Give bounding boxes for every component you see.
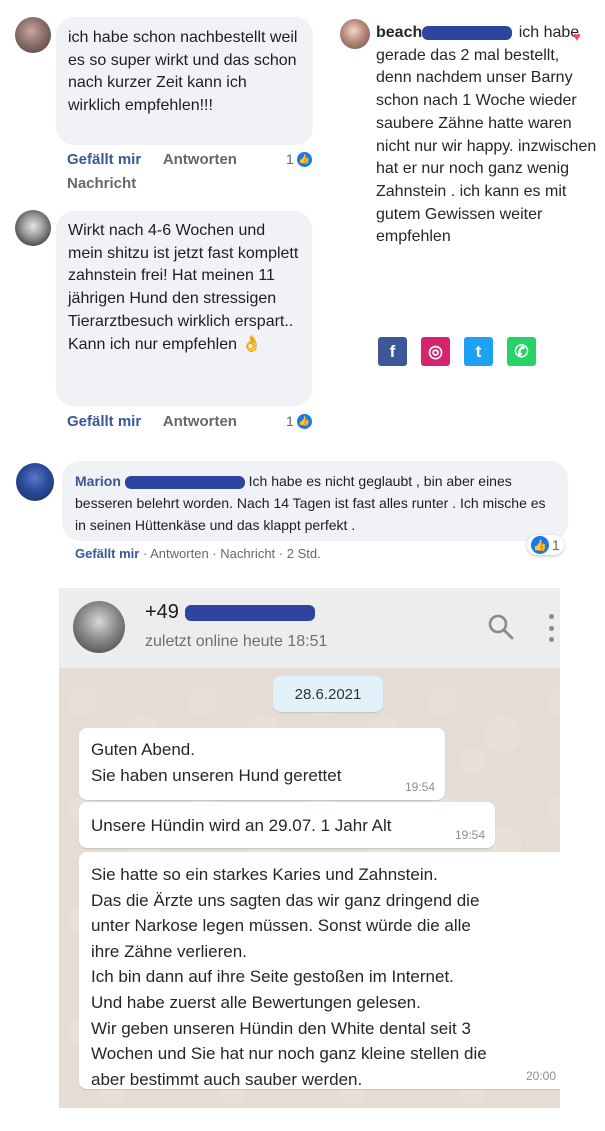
avatar[interactable] bbox=[15, 17, 51, 53]
message-time: 19:54 bbox=[454, 828, 485, 842]
comment-author[interactable]: Marion bbox=[75, 473, 121, 489]
redacted-number bbox=[184, 604, 315, 621]
separator: · bbox=[139, 546, 151, 561]
reaction-number: 1 bbox=[286, 151, 294, 167]
whatsapp-chat: +49 zuletzt online heute 18:51 28.6.2021… bbox=[59, 588, 560, 1108]
message-line: Unsere Hündin wird an 29.07. 1 Jahr Alt bbox=[91, 816, 392, 835]
thumbs-up-icon: 👍 bbox=[296, 413, 312, 429]
more-options-icon[interactable] bbox=[547, 614, 555, 642]
ok-hand-emoji-icon: 👌 bbox=[241, 335, 262, 353]
comment-actions: Gefällt mir Antworten bbox=[67, 151, 255, 168]
twitter-icon[interactable]: t bbox=[464, 337, 493, 366]
reaction-count[interactable]: 1 👍 bbox=[286, 151, 312, 167]
insta-comment: beach ich habe gerade das 2 mal bestellt… bbox=[376, 22, 598, 249]
message-bubble[interactable]: Guten Abend. Sie haben unseren Hund gere… bbox=[79, 728, 445, 800]
facebook-icon[interactable]: f bbox=[378, 337, 407, 366]
share-buttons: f ◎ t ✆ bbox=[378, 337, 536, 366]
message-line: aber bestimmt auch sauber werden. bbox=[91, 1069, 363, 1089]
redacted-name bbox=[422, 25, 513, 40]
message-bubble[interactable]: Unsere Hündin wird an 29.07. 1 Jahr Alt … bbox=[79, 802, 495, 848]
reply-link[interactable]: Antworten bbox=[150, 546, 209, 561]
date-divider: 28.6.2021 bbox=[273, 676, 383, 712]
message-line: Ich bin dann auf ihre Seite gestoßen im … bbox=[91, 967, 454, 987]
avatar[interactable] bbox=[16, 463, 54, 501]
like-link[interactable]: Gefällt mir bbox=[75, 546, 139, 561]
thumbs-up-icon: 👍 bbox=[296, 151, 312, 167]
contact-avatar[interactable] bbox=[73, 601, 125, 653]
separator: · bbox=[275, 546, 287, 561]
message-bubble[interactable]: Sie hatte so ein starkes Karies und Zahn… bbox=[79, 852, 560, 1089]
message-line: Sie haben unseren Hund gerettet bbox=[91, 765, 342, 785]
contact-name[interactable]: +49 bbox=[145, 601, 315, 624]
chat-header: +49 zuletzt online heute 18:51 bbox=[59, 588, 560, 668]
last-seen-status: zuletzt online heute 18:51 bbox=[145, 633, 328, 650]
message-line: Guten Abend. bbox=[91, 740, 195, 759]
reply-link[interactable]: Antworten bbox=[163, 413, 237, 430]
comment-text: ich habe schon nachbestellt weil es so s… bbox=[68, 29, 298, 115]
reaction-count[interactable]: 👍 1 bbox=[527, 535, 564, 555]
message-time: 19:54 bbox=[404, 780, 435, 794]
reply-link[interactable]: Antworten bbox=[163, 151, 237, 168]
comment-text: ich habe gerade das 2 mal bestellt, denn… bbox=[376, 24, 597, 246]
comment-author[interactable]: beach bbox=[376, 24, 422, 41]
comment-bubble: ich habe schon nachbestellt weil es so s… bbox=[56, 17, 313, 145]
message-link[interactable]: Nachricht bbox=[220, 546, 275, 561]
message-line: ihre Zähne verlieren. bbox=[91, 941, 247, 961]
message-link[interactable]: Nachricht bbox=[67, 175, 136, 192]
message-time: 20:00 bbox=[525, 1069, 556, 1083]
comment-bubble: Wirkt nach 4-6 Wochen und mein shitzu is… bbox=[56, 211, 312, 406]
reaction-number: 1 bbox=[286, 413, 294, 429]
reaction-count[interactable]: 1 👍 bbox=[286, 413, 312, 429]
avatar[interactable] bbox=[15, 210, 51, 246]
like-link[interactable]: Gefällt mir bbox=[67, 413, 141, 430]
phone-prefix: +49 bbox=[145, 601, 179, 623]
reaction-number: 1 bbox=[552, 537, 560, 553]
message-line: Das die Ärzte uns sagten das wir ganz dr… bbox=[91, 890, 480, 910]
whatsapp-icon[interactable]: ✆ bbox=[507, 337, 536, 366]
redacted-name bbox=[124, 475, 245, 489]
instagram-icon[interactable]: ◎ bbox=[421, 337, 450, 366]
chat-area: 28.6.2021 Guten Abend. Sie haben unseren… bbox=[59, 668, 560, 1108]
message-line: Wochen und Sie hat nur noch ganz kleine … bbox=[91, 1044, 487, 1064]
thumbs-up-icon: 👍 bbox=[531, 536, 549, 554]
message-line: unter Narkose legen müssen. Sonst würde … bbox=[91, 916, 471, 936]
search-icon[interactable] bbox=[487, 613, 515, 641]
like-link[interactable]: Gefällt mir bbox=[67, 151, 141, 168]
comment-text-body: Wirkt nach 4-6 Wochen und mein shitzu is… bbox=[68, 222, 299, 353]
message-line: Und habe zuerst alle Bewertungen gelesen… bbox=[91, 992, 421, 1012]
avatar[interactable] bbox=[340, 19, 370, 49]
comment-meta: Gefällt mir · Antworten · Nachricht · 2 … bbox=[75, 546, 321, 561]
separator: · bbox=[208, 546, 221, 561]
heart-icon[interactable]: ♥ bbox=[573, 29, 581, 44]
comment-actions: Gefällt mir Antworten bbox=[67, 413, 255, 430]
message-line: Sie hatte so ein starkes Karies und Zahn… bbox=[91, 865, 438, 884]
comment-text: Wirkt nach 4-6 Wochen und mein shitzu is… bbox=[68, 220, 300, 356]
comment-bubble: Marion Ich habe es nicht geglaubt , bin … bbox=[62, 461, 568, 541]
comment-text: Marion Ich habe es nicht geglaubt , bin … bbox=[75, 470, 555, 536]
message-line: Wir geben unseren Hündin den White denta… bbox=[91, 1018, 471, 1038]
comment-time: 2 Std. bbox=[286, 546, 321, 561]
